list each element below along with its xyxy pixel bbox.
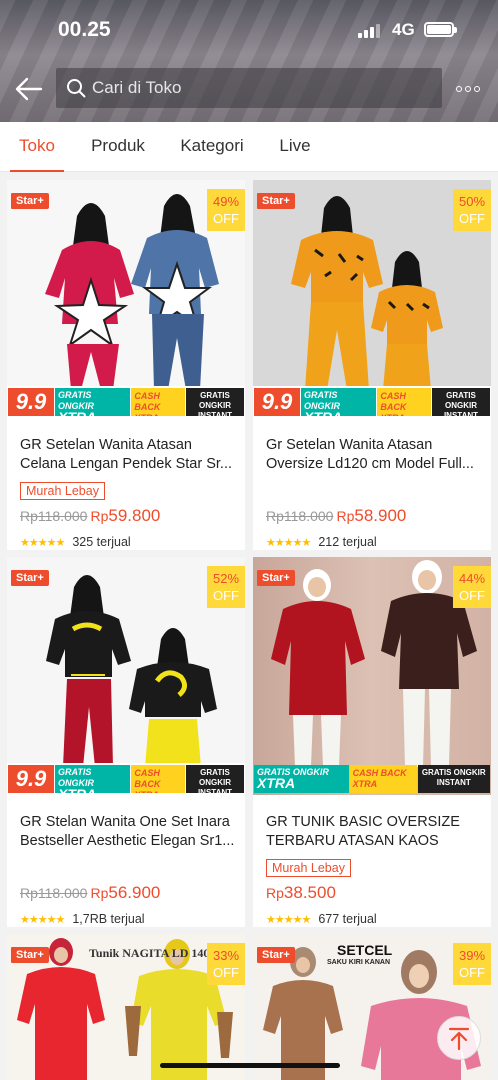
cellular-signal-icon [358,24,380,38]
tab-produk[interactable]: Produk [84,122,152,172]
promo-gratis-ongkir-instant: GRATIS ONGKIR INSTANT [186,388,244,416]
product-card[interactable]: Star+ 52%OFF 9.9 GRATIS ONGKIR XTRA CASH… [7,557,245,927]
promo-banner: GRATIS ONGKIR XTRA CASH BACK XTRA GRATIS… [253,763,491,795]
promo-cashback-xtra: CASH BACK XTRA [131,388,185,416]
tab-live[interactable]: Live [270,122,320,172]
product-rating: ★★★★★ 212 terjual [266,535,377,549]
discount-badge: 39% OFF [453,943,491,985]
discount-badge: 33% OFF [207,943,245,985]
promo-banner: 9.9 GRATIS ONGKIR XTRA CASH BACK XTRA GR… [7,386,245,418]
sold-count: 325 terjual [72,535,131,549]
product-title: GR TUNIK BASIC OVERSIZE TERBARU ATASAN K… [266,814,460,849]
more-options-icon[interactable] [456,82,486,96]
murah-lebay-tag: Murah Lebay [266,859,351,877]
star-plus-badge: Star+ [11,193,49,209]
product-card[interactable]: Star+ 44% OFF GRATIS ONGKIR XTRA CASH BAC… [253,557,491,927]
network-type: 4G [392,20,415,39]
home-indicator[interactable] [160,1063,340,1068]
promo-cashback-xtra: CASH BACK XTRA [377,388,431,416]
battery-icon [424,22,457,37]
back-arrow-icon[interactable] [14,74,44,104]
promo-banner: 9.9 GRATIS ONGKIR XTRA CASH BACK XTRA GR… [7,763,245,795]
image-caption: SETCEL [337,942,393,958]
product-title: GR Setelan Wanita Atasan Celana Lengan P… [20,437,233,472]
rating-stars-icon: ★★★★★ [266,913,311,926]
search-icon [67,79,86,98]
star-plus-badge: Star+ [257,193,295,209]
rating-stars-icon: ★★★★★ [20,536,65,549]
product-price: Rp118.000 Rp58.900 [266,506,407,525]
star-plus-badge: Star+ [257,570,295,586]
product-title: Gr Setelan Wanita Atasan Oversize Ld120 … [266,437,474,472]
star-plus-badge: Star+ [11,570,49,586]
product-image: Star+ 49%OFF 9.9 GRATIS ONGKIR XTRA CASH… [7,180,245,418]
product-rating: ★★★★★ 1,7RB terjual [20,912,145,926]
product-price: Rp118.000 Rp56.900 [20,883,161,902]
sold-count: 677 terjual [318,912,377,926]
promo-gratis-ongkir-xtra: GRATIS ONGKIR XTRA [55,388,131,416]
murah-lebay-tag: Murah Lebay [20,482,105,500]
discount-badge: 44% OFF [453,566,491,608]
promo-gratis-ongkir-xtra: GRATIS ONGKIR XTRA [55,765,131,793]
product-image: Tunik NAGITA LD 140 CM Star+ 33% OFF [7,934,245,1080]
sold-count: 1,7RB terjual [72,912,145,926]
promo-gratis-ongkir-xtra: GRATIS ONGKIR XTRA [254,765,349,793]
product-image: Star+ 50%OFF 9.9 GRATIS ONGKIR XTRA CASH… [253,180,491,418]
status-bar: 00.25 4G [0,0,498,60]
store-search-bar[interactable] [56,68,442,108]
store-header: 00.25 4G [0,0,498,122]
image-subcaption: SAKU KIRI KANAN [327,959,390,966]
tab-kategori[interactable]: Kategori [173,122,251,172]
product-title: GR Stelan Wanita One Set Inara Bestselle… [20,814,235,849]
product-rating: ★★★★★ 677 terjual [266,912,377,926]
promo-cashback-xtra: CASH BACK XTRA [349,765,417,793]
promo-gratis-ongkir-instant: GRATIS ONGKIR INSTANT [186,765,244,793]
discount-badge: 49% OFF [207,189,245,231]
rating-stars-icon: ★★★★★ [20,913,65,926]
star-plus-badge: Star+ [257,947,295,963]
product-image: Star+ 52%OFF 9.9 GRATIS ONGKIR XTRA CASH… [7,557,245,795]
promo-banner: 9.9 GRATIS ONGKIR XTRA CASH BACK XTRA GR… [253,386,491,418]
promo-gratis-ongkir-xtra: GRATIS ONGKIR XTRA [301,388,377,416]
promo-99-label: 9.9 [8,388,54,416]
tab-toko[interactable]: Toko [10,122,64,172]
product-price: Rp38.500 [266,883,336,902]
search-input[interactable] [92,78,412,98]
product-card[interactable]: Star+ 50%OFF 9.9 GRATIS ONGKIR XTRA CASH… [253,180,491,550]
promo-99-label: 9.9 [254,388,300,416]
store-tabs: Toko Produk Kategori Live [0,122,498,172]
arrow-up-icon [448,1027,470,1051]
product-price: Rp118.000 Rp59.800 [20,506,161,525]
promo-gratis-ongkir-instant: GRATIS ONGKIR INSTANT [417,765,490,793]
discount-badge: 50% OFF [453,189,491,231]
status-time: 00.25 [58,18,111,41]
scroll-to-top-button[interactable] [437,1016,481,1060]
rating-stars-icon: ★★★★★ [266,536,311,549]
sold-count: 212 terjual [318,535,377,549]
product-card[interactable]: Tunik NAGITA LD 140 CM Star+ 33% OFF [7,934,245,1080]
star-plus-badge: Star+ [11,947,49,963]
product-rating: ★★★★★ 325 terjual [20,535,131,549]
promo-gratis-ongkir-instant: GRATIS ONGKIR INSTANT [432,388,490,416]
discount-badge: 52% OFF [207,566,245,608]
product-image: Star+ 44% OFF GRATIS ONGKIR XTRA CASH BAC… [253,557,491,795]
product-card[interactable]: Star+ 49%OFF 9.9 GRATIS ONGKIR XTRA CASH… [7,180,245,550]
promo-cashback-xtra: CASH BACK XTRA [131,765,185,793]
promo-99-label: 9.9 [8,765,54,793]
